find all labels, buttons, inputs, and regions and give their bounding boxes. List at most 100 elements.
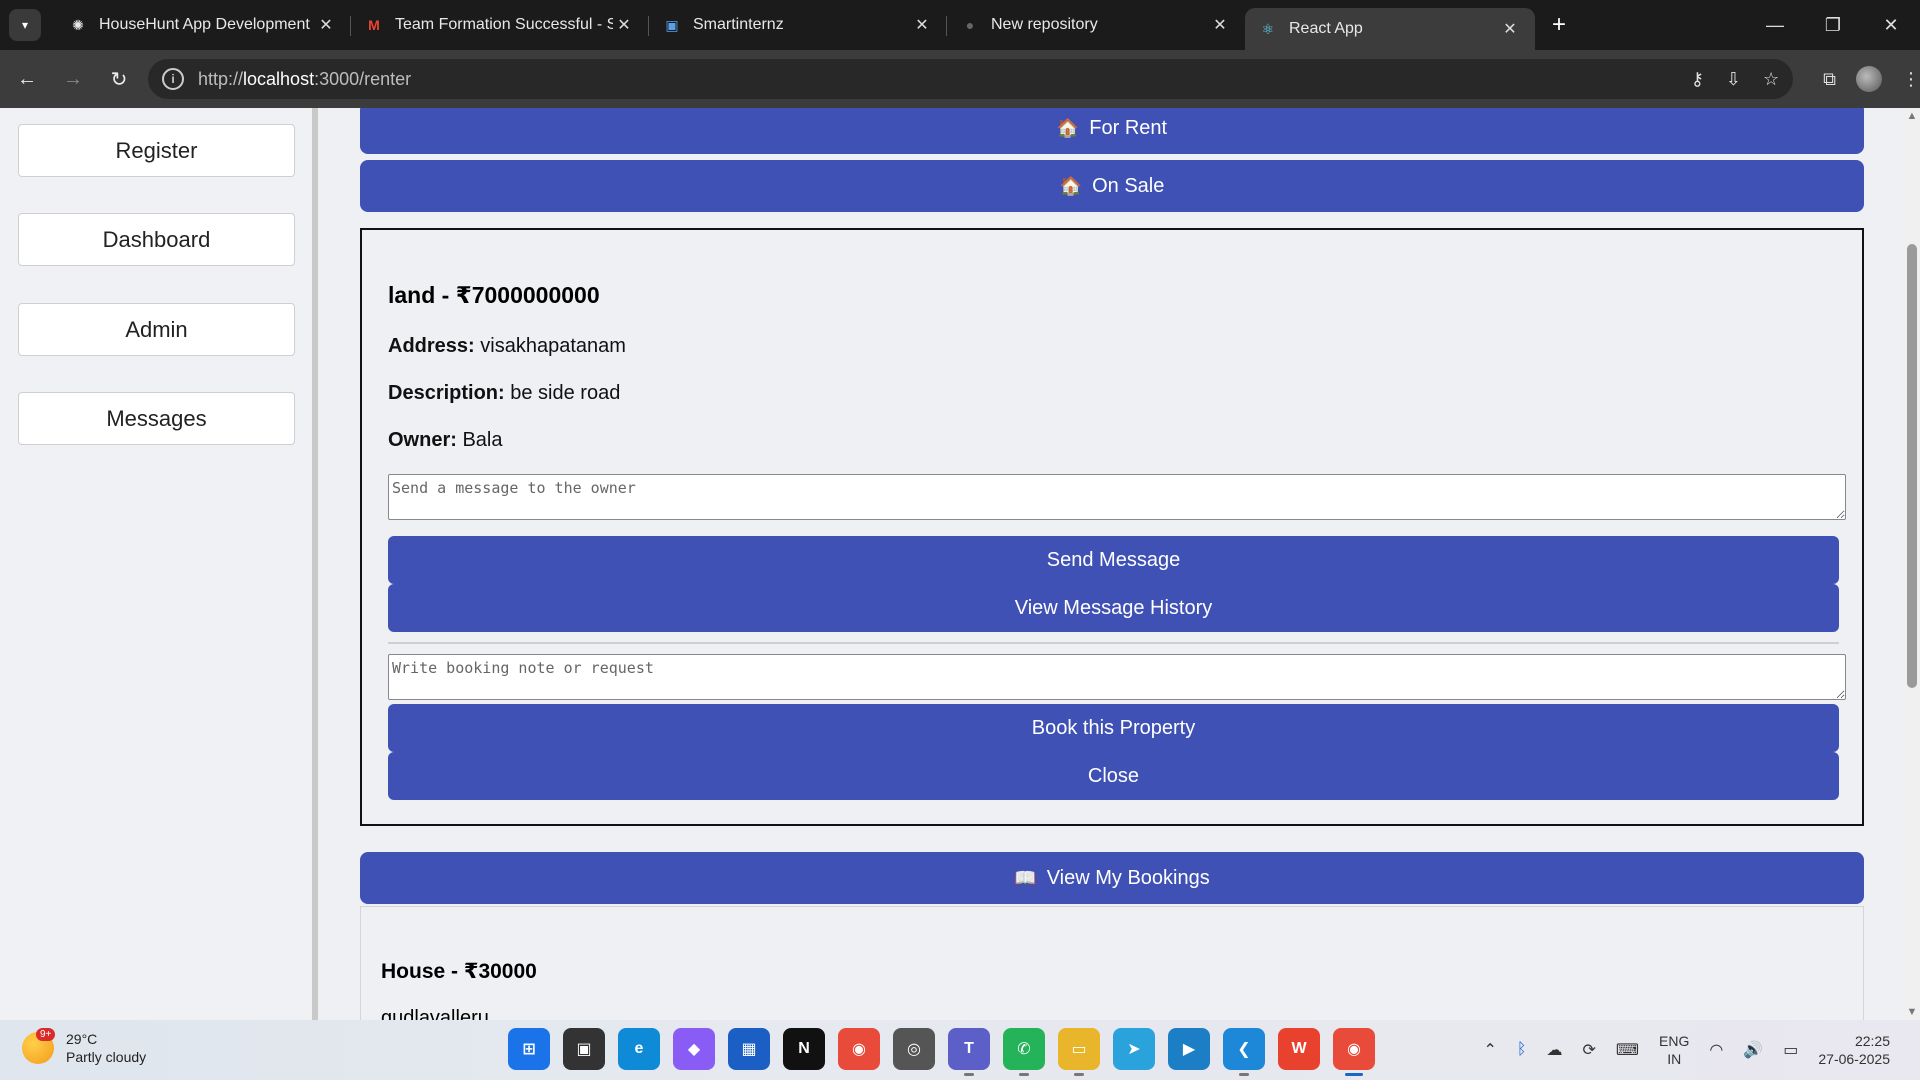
view-bookings-label: View My Bookings [1046, 866, 1210, 889]
language-indicator[interactable]: ENG IN [1659, 1032, 1689, 1068]
close-button[interactable]: Close [388, 752, 1839, 800]
lang-line1: ENG [1659, 1033, 1690, 1049]
scrollbar-thumb[interactable] [1907, 244, 1917, 688]
taskbar-apps: ⊞ ▣ e ◆ ▦ N ◉ ◎ T ✆ ▭ ➤ ▶ ❮ W ◉ [508, 1028, 1375, 1076]
password-key-icon[interactable]: ⚷ [1691, 69, 1704, 90]
store-icon[interactable]: ▦ [728, 1028, 770, 1070]
book-property-button[interactable]: Book this Property [388, 704, 1839, 752]
onedrive-icon[interactable]: ☁ [1547, 1040, 1563, 1060]
sidebar-item-messages[interactable]: Messages [18, 392, 295, 445]
system-tray: ⌃ ᛒ ☁ ⟳ ⌨ ENG IN ◠ 🔊 ▭ 22:25 27-06-2025 [1484, 1020, 1920, 1080]
minimize-icon[interactable]: — [1746, 0, 1804, 50]
profile-avatar[interactable] [1855, 66, 1882, 92]
description-value: be side road [510, 382, 621, 404]
book-icon: 📖 [1014, 867, 1037, 888]
chatgpt-icon: ✺ [72, 16, 84, 33]
keyboard-icon[interactable]: ⌨ [1616, 1040, 1639, 1060]
close-tab-icon[interactable]: ✕ [911, 15, 933, 35]
chrome-active-icon[interactable]: ◉ [1333, 1028, 1375, 1076]
scroll-up-icon[interactable]: ▲ [1906, 110, 1918, 122]
tab-smartinternz[interactable]: ▣ Smartinternz ✕ [649, 0, 947, 50]
menu-icon[interactable]: ⋮ [1902, 69, 1920, 90]
file-explorer-icon[interactable]: ▭ [1058, 1028, 1100, 1076]
prime-video-icon[interactable]: ▶ [1168, 1028, 1210, 1070]
task-view-icon[interactable]: ▣ [563, 1028, 605, 1070]
notification-badge: 9+ [36, 1028, 56, 1041]
property-detail-card: land - ₹7000000000 Address: visakhapatan… [360, 228, 1864, 826]
property-description: Description: be side road [388, 382, 620, 405]
battery-icon[interactable]: ▭ [1783, 1040, 1798, 1060]
windows-start-icon[interactable]: ⊞ [508, 1028, 550, 1070]
vscode-icon[interactable]: ❮ [1223, 1028, 1265, 1076]
teams-icon[interactable]: T [948, 1028, 990, 1076]
omnibox-actions: ⚷ ⇩ ☆ [1691, 69, 1779, 90]
browser-tab-strip: ▾ ✺ HouseHunt App Development ✕ M Team F… [0, 0, 1920, 50]
extensions-icon[interactable]: ⧉ [1823, 69, 1836, 90]
bluetooth-icon[interactable]: ᛒ [1517, 1041, 1527, 1059]
forward-icon[interactable]: → [54, 59, 92, 99]
on-sale-button[interactable]: 🏠 On Sale [360, 160, 1864, 212]
tab-search-button[interactable]: ▾ [9, 9, 41, 41]
netflix-icon[interactable]: N [783, 1028, 825, 1070]
wps-office-icon[interactable]: W [1278, 1028, 1320, 1070]
page-scrollbar[interactable]: ▲ ▼ [1904, 108, 1920, 1020]
clock[interactable]: 22:25 27-06-2025 [1818, 1032, 1890, 1068]
weather-temp: 29°C [66, 1031, 98, 1047]
reload-icon[interactable]: ↻ [100, 59, 138, 99]
address-bar[interactable]: i http://localhost:3000/renter ⚷ ⇩ ☆ [148, 59, 1794, 99]
new-tab-button[interactable]: + [1535, 11, 1583, 39]
house-icon: 🏠 [1056, 117, 1080, 138]
close-window-icon[interactable]: ✕ [1862, 0, 1920, 50]
close-tab-icon[interactable]: ✕ [1209, 15, 1231, 35]
sidebar-item-admin[interactable]: Admin [18, 303, 295, 356]
sidebar-item-dashboard[interactable]: Dashboard [18, 213, 295, 266]
owner-value: Bala [462, 429, 503, 451]
telegram-icon[interactable]: ➤ [1113, 1028, 1155, 1070]
volume-icon[interactable]: 🔊 [1743, 1040, 1763, 1060]
back-icon[interactable]: ← [8, 59, 46, 99]
booking-title: House - ₹30000 [381, 960, 537, 983]
scroll-down-icon[interactable]: ▼ [1906, 1006, 1918, 1018]
taskbar: 9+ 29°C Partly cloudy ⊞ ▣ e ◆ ▦ N ◉ ◎ T ✆ ▭ ➤ ▶ ❮ W ◉ ⌃… [0, 1020, 1920, 1080]
close-tab-icon[interactable]: ✕ [315, 15, 337, 35]
sidebar-item-register[interactable]: Register [18, 124, 295, 177]
for-rent-button[interactable]: 🏠 For Rent [360, 108, 1864, 154]
tab-title: HouseHunt App Development [99, 16, 310, 33]
weather-widget[interactable]: 9+ 29°C Partly cloudy [22, 1028, 146, 1066]
partly-cloudy-icon: 9+ [22, 1028, 56, 1064]
bookmark-star-icon[interactable]: ☆ [1763, 69, 1779, 90]
wifi-icon[interactable]: ◠ [1709, 1040, 1723, 1060]
whatsapp-icon[interactable]: ✆ [1003, 1028, 1045, 1076]
close-tab-icon[interactable]: ✕ [1499, 19, 1521, 39]
page-viewport: Register Dashboard Admin Messages 🏠 For … [0, 108, 1920, 1020]
copilot-icon[interactable]: ◆ [673, 1028, 715, 1070]
tab-title: Team Formation Successful - Sm [395, 16, 613, 33]
restore-icon[interactable]: ❐ [1804, 0, 1862, 50]
camera-icon[interactable]: ◎ [893, 1028, 935, 1070]
url-path: :3000/renter [314, 68, 412, 89]
for-rent-label: For Rent [1089, 116, 1168, 139]
view-message-history-button[interactable]: View Message History [388, 584, 1839, 632]
send-message-button[interactable]: Send Message [388, 536, 1839, 584]
chevron-up-icon[interactable]: ⌃ [1484, 1040, 1497, 1060]
owner-label: Owner: [388, 429, 457, 451]
url-scheme: http:// [198, 68, 244, 89]
view-my-bookings-button[interactable]: 📖 View My Bookings [360, 852, 1864, 904]
address-value: visakhapatanam [480, 335, 626, 357]
weather-text: 29°C Partly cloudy [66, 1030, 146, 1066]
chrome-icon[interactable]: ◉ [838, 1028, 880, 1070]
site-info-icon[interactable]: i [162, 68, 184, 90]
install-app-icon[interactable]: ⇩ [1726, 69, 1741, 90]
sync-icon[interactable]: ⟳ [1583, 1040, 1596, 1060]
booking-note-input[interactable] [388, 654, 1846, 700]
tab-github[interactable]: ● New repository ✕ [947, 0, 1245, 50]
tab-react-app[interactable]: ⚛ React App ✕ [1245, 8, 1535, 50]
property-title: land - ₹7000000000 [388, 282, 600, 308]
close-tab-icon[interactable]: ✕ [613, 15, 635, 35]
edge-icon[interactable]: e [618, 1028, 660, 1070]
tab-gmail[interactable]: M Team Formation Successful - Sm ✕ [351, 0, 649, 50]
react-icon: ⚛ [1261, 20, 1275, 37]
tab-househunt[interactable]: ✺ HouseHunt App Development ✕ [55, 0, 351, 50]
toolbar-right: ⧉ ⋮ [1823, 66, 1920, 92]
message-owner-input[interactable] [388, 474, 1846, 520]
